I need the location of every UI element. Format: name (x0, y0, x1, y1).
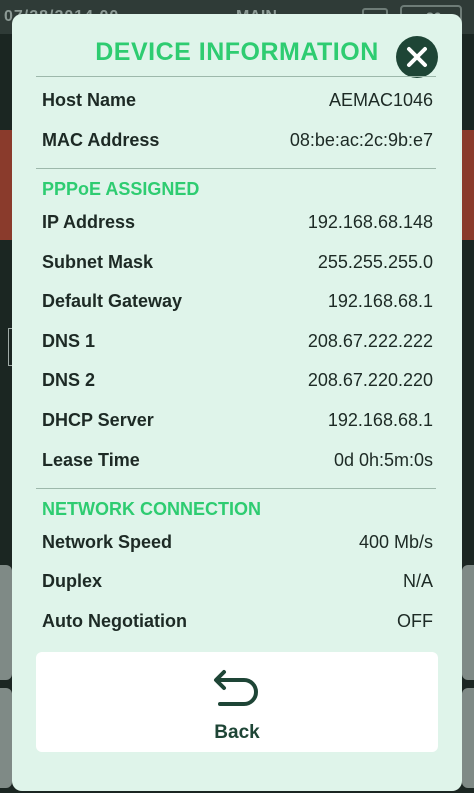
info-label: Lease Time (42, 449, 140, 470)
info-value: 208.67.222.222 (307, 330, 433, 351)
info-row-subnet-mask: Subnet Mask 255.255.255.0 (42, 250, 433, 274)
close-icon (407, 47, 427, 67)
divider (36, 488, 436, 489)
info-row-network-speed: Network Speed 400 Mb/s (42, 530, 433, 554)
info-row-default-gateway: Default Gateway 192.168.68.1 (42, 289, 433, 313)
info-value: 208.67.220.220 (307, 369, 433, 390)
info-value: 192.168.68.1 (327, 290, 433, 311)
info-label: Auto Negotiation (42, 610, 187, 631)
info-row-dhcp-server: DHCP Server 192.168.68.1 (42, 408, 433, 432)
info-label: Subnet Mask (42, 251, 154, 272)
info-row-ip-address: IP Address 192.168.68.148 (42, 210, 433, 234)
info-label: Network Speed (42, 531, 173, 552)
info-value: 08:be:ac:2c:9b:e7 (289, 129, 433, 150)
back-label: Back (214, 722, 260, 743)
info-value: 400 Mb/s (358, 531, 433, 552)
info-value: 255.255.255.0 (317, 251, 433, 272)
info-label: DHCP Server (42, 409, 154, 430)
dialog-title: DEVICE INFORMATION (95, 38, 379, 66)
info-row-dns-1: DNS 1 208.67.222.222 (42, 329, 433, 353)
info-value: OFF (397, 610, 433, 631)
info-row-lease-time: Lease Time 0d 0h:5m:0s (42, 448, 433, 472)
info-value: 192.168.68.1 (327, 409, 433, 430)
info-value: AEMAC1046 (328, 89, 433, 110)
divider (36, 168, 436, 169)
info-label: DNS 2 (42, 369, 96, 390)
info-label: Default Gateway (42, 290, 183, 311)
info-value: N/A (402, 570, 433, 591)
close-button[interactable] (396, 36, 438, 78)
info-label: Host Name (42, 89, 137, 110)
info-row-mac-address: MAC Address 08:be:ac:2c:9b:e7 (42, 128, 433, 152)
info-label: MAC Address (42, 129, 160, 150)
background-button-left-2 (0, 688, 12, 788)
section-pppoe-assigned: PPPoE ASSIGNED (42, 179, 200, 199)
divider (36, 76, 436, 77)
section-network-connection: NETWORK CONNECTION (42, 499, 261, 519)
info-label: IP Address (42, 211, 136, 232)
info-row-dns-2: DNS 2 208.67.220.220 (42, 368, 433, 392)
info-label: Duplex (42, 570, 103, 591)
info-row-duplex: Duplex N/A (42, 569, 433, 593)
background-panel-left (0, 130, 12, 240)
background-button-right (462, 565, 474, 680)
back-button[interactable]: Back (36, 652, 438, 752)
background-button-left (0, 565, 12, 680)
info-row-auto-negotiation: Auto Negotiation OFF (42, 609, 433, 633)
info-value: 0d 0h:5m:0s (333, 449, 433, 470)
info-label: DNS 1 (42, 330, 96, 351)
background-button-right-2 (462, 688, 474, 788)
info-row-host-name: Host Name AEMAC1046 (42, 88, 433, 112)
return-arrow-icon (214, 670, 258, 706)
device-information-dialog: DEVICE INFORMATION Host Name AEMAC1046 M… (12, 14, 462, 791)
background-panel-right (462, 130, 474, 240)
info-value: 192.168.68.148 (307, 211, 433, 232)
